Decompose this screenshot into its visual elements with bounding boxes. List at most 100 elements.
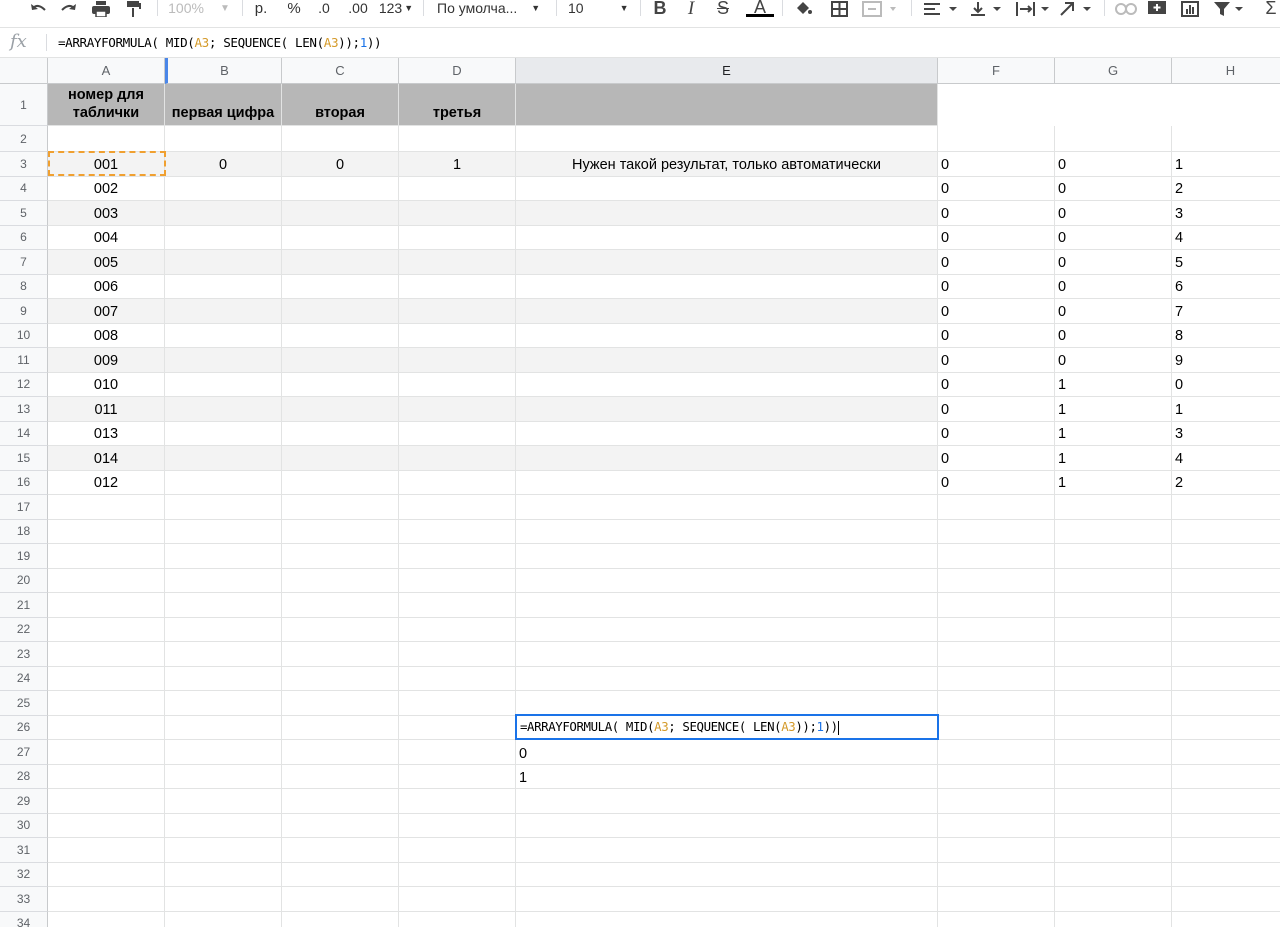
cell-C13[interactable]	[282, 397, 399, 422]
row-header-15[interactable]: 15	[0, 446, 48, 471]
cell-C24[interactable]	[282, 666, 399, 691]
cell-D4[interactable]	[399, 176, 516, 201]
cell-E13[interactable]	[516, 397, 938, 422]
row-header-25[interactable]: 25	[0, 691, 48, 716]
paint-format-icon[interactable]	[124, 0, 144, 17]
row-header-11[interactable]: 11	[0, 348, 48, 373]
cell-D32[interactable]	[399, 862, 516, 887]
cell-C14[interactable]	[282, 421, 399, 446]
cell-C8[interactable]	[282, 274, 399, 299]
cell-H12[interactable]: 0	[1172, 373, 1280, 397]
cell-A29[interactable]	[48, 789, 165, 814]
font-size-select[interactable]: 10 ▼	[568, 0, 634, 17]
row-header-1[interactable]: 1	[0, 84, 48, 126]
cell-D16[interactable]	[399, 470, 516, 495]
cell-C28[interactable]	[282, 764, 399, 789]
cell-B31[interactable]	[165, 838, 282, 863]
cell-F3[interactable]: 0	[938, 152, 1055, 177]
cell-B34[interactable]	[165, 911, 282, 927]
cell-E20[interactable]	[516, 568, 938, 593]
cell-C29[interactable]	[282, 789, 399, 814]
cell-G23[interactable]	[1055, 642, 1172, 667]
row-header-9[interactable]: 9	[0, 299, 48, 324]
cell-B32[interactable]	[165, 862, 282, 887]
cell-G27[interactable]	[1055, 740, 1172, 765]
cell-D2[interactable]	[399, 126, 516, 152]
cell-F17[interactable]	[938, 495, 1055, 520]
cell-A2[interactable]	[48, 126, 165, 152]
cell-H11[interactable]: 9	[1172, 348, 1280, 373]
cell-C21[interactable]	[282, 593, 399, 618]
currency-format-button[interactable]: р.	[250, 0, 272, 17]
cell-E28[interactable]: 1	[516, 765, 938, 790]
cell-F14[interactable]: 0	[938, 421, 1055, 446]
cell-D17[interactable]	[399, 495, 516, 520]
row-header-23[interactable]: 23	[0, 642, 48, 667]
cell-C3[interactable]: 0	[282, 152, 399, 177]
cell-B13[interactable]	[165, 397, 282, 422]
cell-E2[interactable]	[516, 126, 938, 152]
cell-A34[interactable]	[48, 911, 165, 927]
cell-C23[interactable]	[282, 642, 399, 667]
cell-D20[interactable]	[399, 568, 516, 593]
row-header-26[interactable]: 26	[0, 715, 48, 740]
cell-F4[interactable]: 0	[938, 176, 1055, 201]
cell-D31[interactable]	[399, 838, 516, 863]
cell-F32[interactable]	[938, 862, 1055, 887]
text-wrap-icon[interactable]	[1014, 0, 1054, 17]
cell-A3[interactable]: 001	[48, 152, 165, 177]
row-header-7[interactable]: 7	[0, 250, 48, 275]
cell-H3[interactable]: 1	[1172, 152, 1280, 177]
cell-F24[interactable]	[938, 666, 1055, 691]
cell-G26[interactable]	[1055, 715, 1172, 740]
row-header-34[interactable]: 34	[0, 911, 48, 927]
cell-C16[interactable]	[282, 470, 399, 495]
cell-A23[interactable]	[48, 642, 165, 667]
cell-A17[interactable]	[48, 495, 165, 520]
cell-B2[interactable]	[165, 126, 282, 152]
cell-D11[interactable]	[399, 348, 516, 373]
cell-C33[interactable]	[282, 887, 399, 912]
cell-A20[interactable]	[48, 568, 165, 593]
cell-D23[interactable]	[399, 642, 516, 667]
row-header-29[interactable]: 29	[0, 789, 48, 814]
row-header-22[interactable]: 22	[0, 617, 48, 642]
cell-C25[interactable]	[282, 691, 399, 716]
cell-H7[interactable]: 5	[1172, 250, 1280, 275]
cell-H6[interactable]: 4	[1172, 226, 1280, 250]
cell-E1[interactable]	[516, 84, 938, 126]
cell-H31[interactable]	[1172, 838, 1280, 863]
cell-B14[interactable]	[165, 421, 282, 446]
merge-cells-icon[interactable]	[861, 0, 901, 17]
print-icon[interactable]	[89, 0, 113, 17]
cell-C34[interactable]	[282, 911, 399, 927]
cell-F8[interactable]: 0	[938, 274, 1055, 299]
cell-H17[interactable]	[1172, 495, 1280, 520]
cell-F11[interactable]: 0	[938, 348, 1055, 373]
cell-G32[interactable]	[1055, 862, 1172, 887]
font-family-select[interactable]: По умолча... ▼	[437, 0, 547, 17]
cell-F30[interactable]	[938, 813, 1055, 838]
cell-C6[interactable]	[282, 225, 399, 250]
cell-E23[interactable]	[516, 642, 938, 667]
row-header-19[interactable]: 19	[0, 544, 48, 569]
cell-D24[interactable]	[399, 666, 516, 691]
cell-C10[interactable]	[282, 323, 399, 348]
row-header-32[interactable]: 32	[0, 862, 48, 887]
formula-input[interactable]: =ARRAYFORMULA( MID(A3; SEQUENCE( LEN(A3)…	[58, 35, 382, 50]
cell-D30[interactable]	[399, 813, 516, 838]
row-header-6[interactable]: 6	[0, 225, 48, 250]
cell-F7[interactable]: 0	[938, 250, 1055, 275]
cell-F20[interactable]	[938, 568, 1055, 593]
row-header-13[interactable]: 13	[0, 397, 48, 422]
cell-A6[interactable]: 004	[48, 225, 165, 250]
cell-D28[interactable]	[399, 764, 516, 789]
cell-H5[interactable]: 3	[1172, 201, 1280, 226]
functions-button[interactable]: Σ	[1262, 0, 1280, 17]
zoom-select[interactable]: 100% ▼	[166, 0, 232, 17]
cell-G25[interactable]	[1055, 691, 1172, 716]
cell-H33[interactable]	[1172, 887, 1280, 912]
row-header-4[interactable]: 4	[0, 176, 48, 201]
cell-A32[interactable]	[48, 862, 165, 887]
cell-F31[interactable]	[938, 838, 1055, 863]
